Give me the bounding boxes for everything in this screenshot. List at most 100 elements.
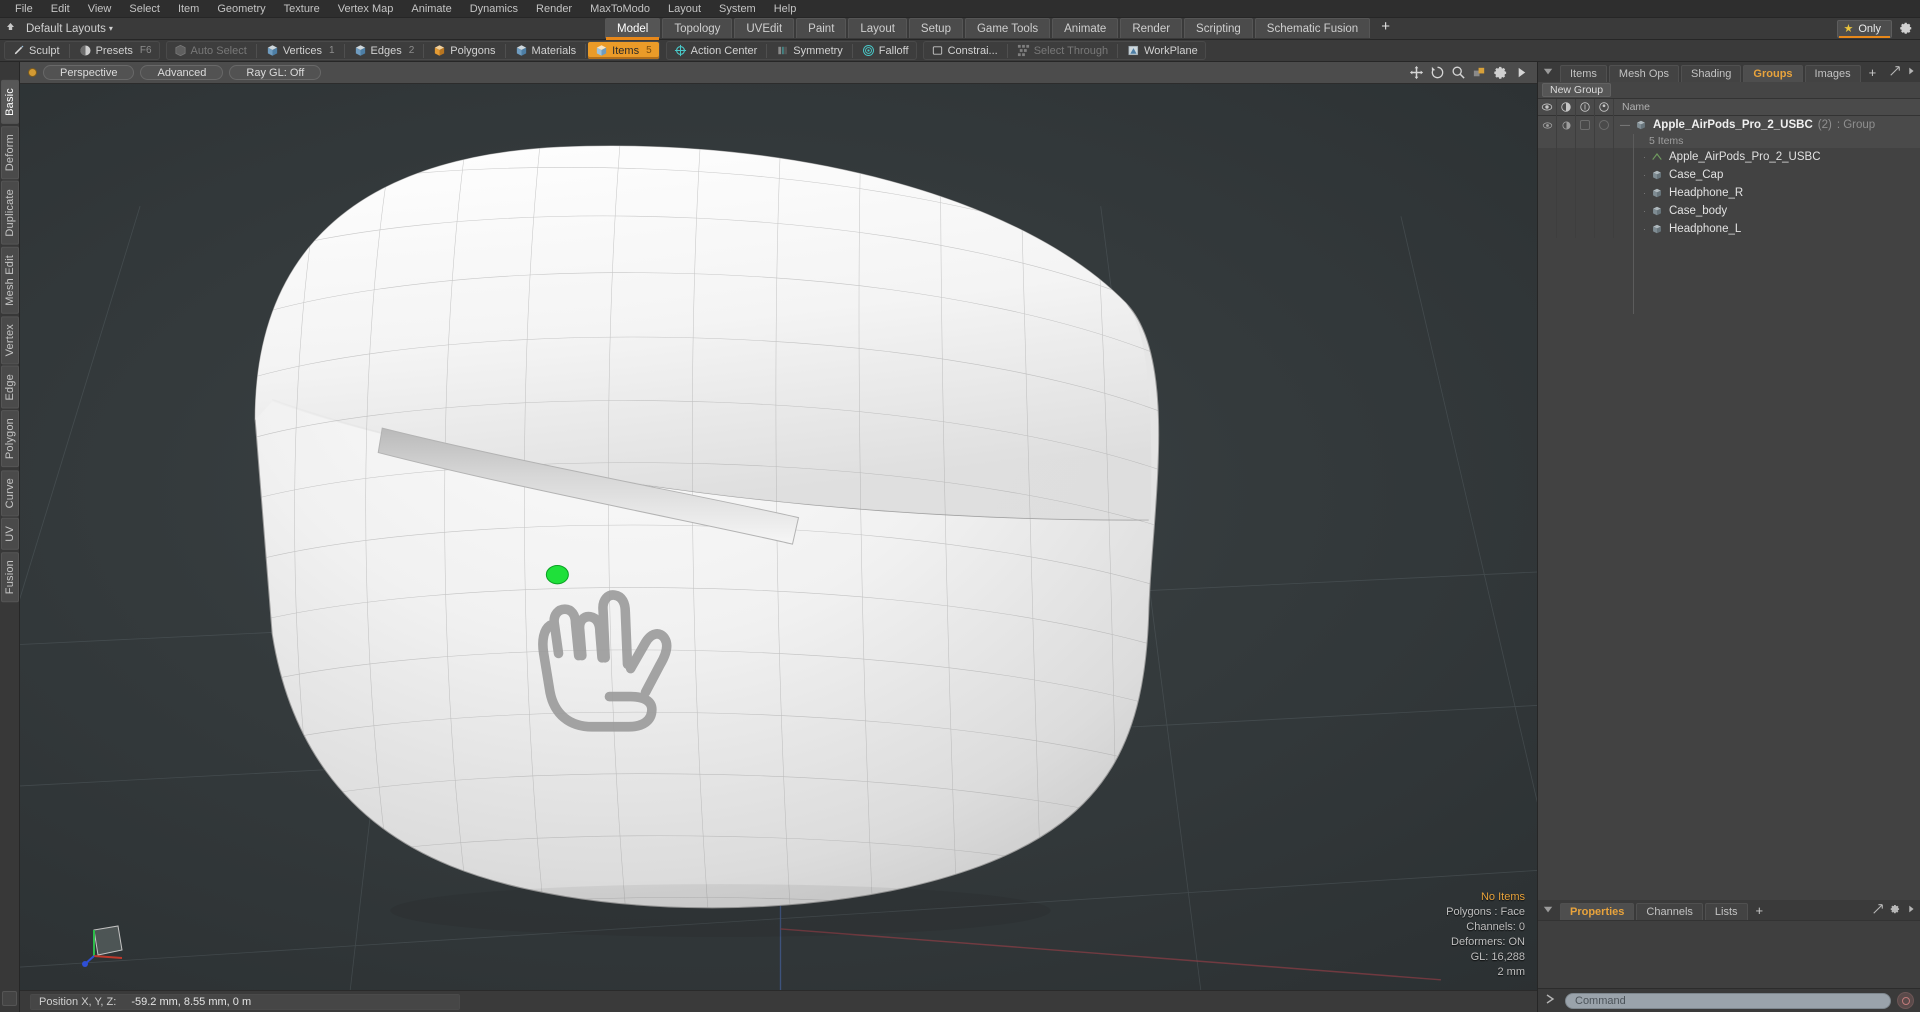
menu-item-dynamics[interactable]: Dynamics: [461, 0, 527, 18]
edges-mode-button[interactable]: Edges 2: [347, 42, 422, 59]
action-center-button[interactable]: Action Center: [667, 42, 765, 59]
sidebar-item-fusion[interactable]: Fusion: [0, 551, 19, 602]
expand-icon[interactable]: [1872, 903, 1884, 918]
panel-menu-icon[interactable]: [1542, 904, 1556, 918]
menu-item-texture[interactable]: Texture: [275, 0, 329, 18]
workplane-button[interactable]: WorkPlane: [1120, 42, 1205, 59]
tab-shading[interactable]: Shading: [1681, 65, 1742, 82]
new-group-button[interactable]: New Group: [1542, 83, 1612, 97]
layout-tab-animate[interactable]: Animate: [1052, 18, 1119, 38]
expand-icon[interactable]: [1889, 65, 1901, 80]
viewport-projection-button[interactable]: Perspective: [43, 65, 135, 80]
sidebar-item-duplicate[interactable]: Duplicate: [0, 181, 19, 245]
menu-item-animate[interactable]: Animate: [402, 0, 460, 18]
menu-item-geometry[interactable]: Geometry: [208, 0, 274, 18]
sidebar-item-curve[interactable]: Curve: [0, 469, 19, 516]
add-layout-tab-button[interactable]: +: [1372, 18, 1399, 38]
gear-icon[interactable]: [1898, 21, 1914, 37]
row-lock-checkbox[interactable]: [1576, 116, 1595, 134]
record-icon[interactable]: [1897, 992, 1914, 1009]
layout-tab-setup[interactable]: Setup: [908, 18, 963, 38]
menu-item-file[interactable]: File: [6, 0, 42, 18]
play-icon[interactable]: [1514, 65, 1529, 80]
sculpt-button[interactable]: Sculpt: [5, 42, 67, 59]
checkbox[interactable]: [1580, 120, 1590, 130]
rotate-icon[interactable]: [1430, 65, 1445, 80]
select-through-button[interactable]: Select Through: [1010, 42, 1115, 59]
arrow-right-icon[interactable]: [1906, 65, 1916, 80]
viewport-shading-button[interactable]: Advanced: [140, 65, 224, 80]
table-row[interactable]: — Apple_AirPods_Pro_2_USBC (2) : Group: [1538, 116, 1920, 134]
layout-tab-uvedit[interactable]: UVEdit: [734, 18, 795, 38]
3d-viewport[interactable]: No Items Polygons : Face Channels: 0 Def…: [20, 84, 1537, 990]
sidebar-item-basic[interactable]: Basic: [0, 80, 19, 124]
item-row-label[interactable]: · Case_Cap: [1614, 169, 1920, 182]
layout-tab-paint[interactable]: Paint: [796, 18, 847, 38]
table-row[interactable]: · Headphone_R: [1538, 184, 1920, 202]
menu-item-layout[interactable]: Layout: [659, 0, 710, 18]
table-row[interactable]: · Case_Cap: [1538, 166, 1920, 184]
layout-tab-model[interactable]: Model: [605, 18, 661, 40]
item-row-label[interactable]: · Case_body: [1614, 205, 1920, 218]
arrow-right-icon[interactable]: [1906, 903, 1916, 918]
sidebar-item-vertex[interactable]: Vertex: [0, 315, 19, 364]
items-mode-button[interactable]: Items 5: [588, 42, 659, 59]
table-row[interactable]: · Headphone_L: [1538, 220, 1920, 238]
zoom-icon[interactable]: [1451, 65, 1466, 80]
presets-button[interactable]: Presets F6: [72, 42, 159, 59]
sidebar-item-deform[interactable]: Deform: [0, 125, 19, 180]
panel-menu-icon[interactable]: [1542, 66, 1556, 80]
menu-item-help[interactable]: Help: [765, 0, 806, 18]
sidebar-item-polygon[interactable]: Polygon: [0, 410, 19, 468]
tab-mesh-ops[interactable]: Mesh Ops: [1608, 65, 1680, 82]
menu-item-vertex-map[interactable]: Vertex Map: [329, 0, 403, 18]
menu-item-select[interactable]: Select: [120, 0, 169, 18]
collapse-arrow-icon[interactable]: [0, 18, 20, 40]
row-select-checkbox[interactable]: [1595, 116, 1614, 134]
layout-tab-render[interactable]: Render: [1120, 18, 1183, 38]
fit-icon[interactable]: [1472, 65, 1487, 80]
materials-mode-button[interactable]: Materials: [508, 42, 584, 59]
command-input[interactable]: [1565, 992, 1891, 1009]
tab-items[interactable]: Items: [1560, 65, 1607, 82]
viewport-raygl-button[interactable]: Ray GL: Off: [229, 65, 322, 80]
tab-properties[interactable]: Properties: [1560, 903, 1635, 920]
group-tree[interactable]: — Apple_AirPods_Pro_2_USBC (2) : Group 5…: [1538, 116, 1920, 900]
polygons-mode-button[interactable]: Polygons: [426, 42, 502, 59]
layout-tab-topology[interactable]: Topology: [662, 18, 733, 38]
menu-item-system[interactable]: System: [710, 0, 765, 18]
sidebar-item-edge[interactable]: Edge: [0, 365, 19, 409]
row-render-toggle[interactable]: [1557, 116, 1576, 134]
tab-channels[interactable]: Channels: [1636, 903, 1703, 920]
properties-content-area[interactable]: [1538, 920, 1920, 988]
move-icon[interactable]: [1409, 65, 1424, 80]
tab-lists[interactable]: Lists: [1704, 903, 1748, 920]
sidebar-item-uv[interactable]: UV: [0, 517, 19, 550]
layout-tab-schematic-fusion[interactable]: Schematic Fusion: [1254, 18, 1371, 38]
only-toggle-button[interactable]: ★ Only: [1836, 20, 1892, 38]
position-readout[interactable]: Position X, Y, Z: -59.2 mm, 8.55 mm, 0 m: [30, 993, 460, 1010]
add-bottom-tab-button[interactable]: +: [1750, 903, 1770, 920]
falloff-button[interactable]: Falloff: [855, 42, 916, 59]
layout-tab-scripting[interactable]: Scripting: [1184, 18, 1253, 38]
tab-images[interactable]: Images: [1804, 65, 1861, 82]
sidebar-toggle-box[interactable]: [2, 991, 17, 1006]
item-row-label[interactable]: · Headphone_R: [1614, 187, 1920, 200]
checkbox[interactable]: [1599, 120, 1609, 130]
viewport-menu-dot-icon[interactable]: [28, 68, 37, 77]
menu-item-edit[interactable]: Edit: [42, 0, 79, 18]
row-eye-toggle[interactable]: [1538, 116, 1557, 134]
layout-tab-game-tools[interactable]: Game Tools: [964, 18, 1051, 38]
vertices-mode-button[interactable]: Vertices 1: [259, 42, 342, 59]
symmetry-button[interactable]: Symmetry: [769, 42, 850, 59]
group-row-label[interactable]: — Apple_AirPods_Pro_2_USBC (2) : Group: [1614, 119, 1920, 132]
menu-item-view[interactable]: View: [79, 0, 121, 18]
default-layouts-dropdown[interactable]: Default Layouts ▾: [20, 23, 119, 35]
menu-item-maxtomodo[interactable]: MaxToModo: [581, 0, 659, 18]
sidebar-item-mesh-edit[interactable]: Mesh Edit: [0, 246, 19, 314]
axis-gizmo[interactable]: [78, 908, 138, 968]
layout-tab-layout[interactable]: Layout: [848, 18, 907, 38]
gear-icon[interactable]: [1889, 903, 1901, 918]
table-row[interactable]: · Case_body: [1538, 202, 1920, 220]
menu-item-item[interactable]: Item: [169, 0, 208, 18]
